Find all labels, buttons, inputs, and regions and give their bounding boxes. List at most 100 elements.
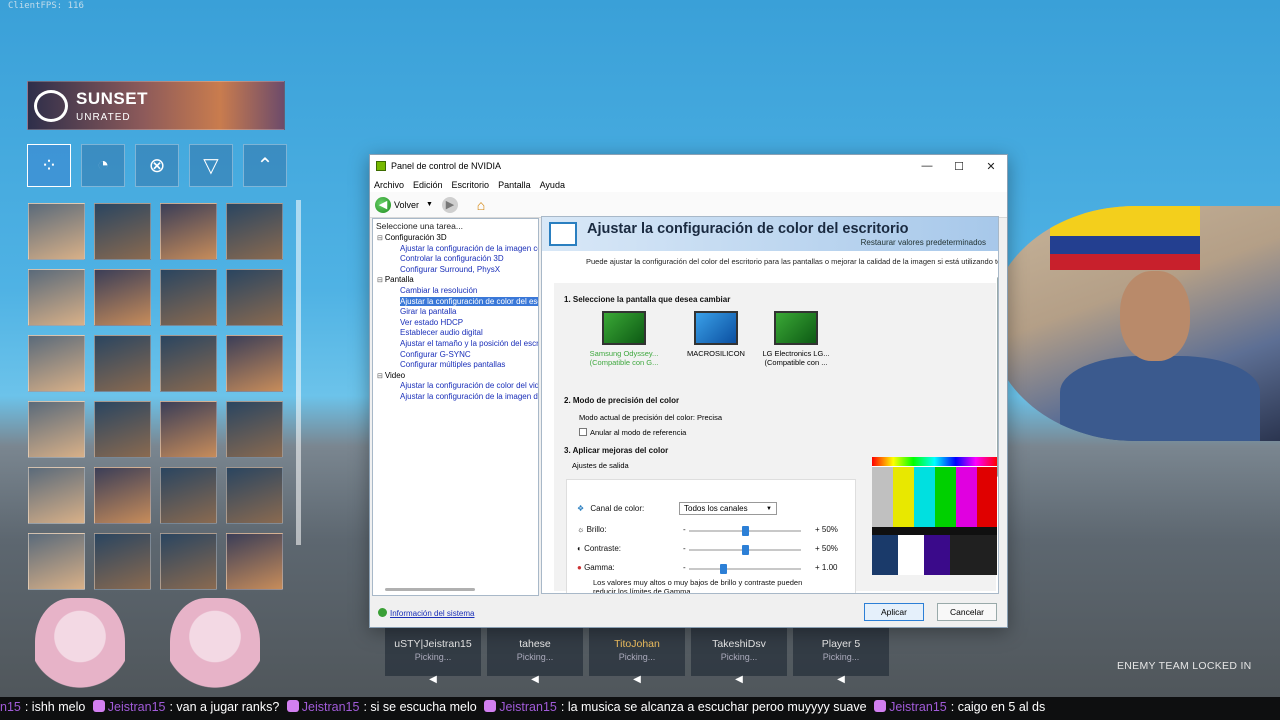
agent-portrait[interactable] [94,203,151,260]
channel-dropdown[interactable]: Todos los canales ▼ [679,502,777,515]
agent-portrait[interactable] [160,533,217,590]
override-reference-row[interactable]: Anular al modo de referencia [579,428,686,437]
tree-item-label[interactable]: Configurar múltiples pantallas [400,360,505,369]
tree-item-label[interactable]: Ajustar la configuración de la imagen co… [400,244,538,253]
system-info-link[interactable]: Información del sistema [378,608,474,618]
agent-portrait[interactable] [160,335,217,392]
speaker-icon[interactable]: ◀ [793,674,889,688]
agent-portrait[interactable] [28,203,85,260]
agent-portrait[interactable] [160,269,217,326]
slider-thumb[interactable] [742,545,749,555]
agent-portrait[interactable] [28,533,85,590]
agent-portrait[interactable] [94,335,151,392]
agent-portrait[interactable] [226,401,283,458]
tree-item-label[interactable]: Ajustar el tamaño y la posición del escr… [400,339,538,348]
home-icon[interactable]: ⌂ [473,197,489,213]
tree-item[interactable]: Ajustar la configuración de la imagen de… [373,392,538,403]
menu-pantalla[interactable]: Pantalla [498,180,531,190]
contrast-icon: ◐ [577,544,582,553]
monitor-lg[interactable]: LG Electronics LG... (Compatible con ... [754,311,838,367]
tree-item[interactable]: Ajustar la configuración de la imagen co… [373,244,538,255]
forward-arrow-icon[interactable]: ▶ [441,196,458,213]
plus-sign: + [815,563,820,572]
back-button-label[interactable]: Volver [394,200,419,210]
override-checkbox[interactable] [579,428,587,436]
agent-portrait[interactable] [28,467,85,524]
tree-item[interactable]: Configurar Surround, PhysX [373,265,538,276]
minimize-button[interactable]: — [911,160,943,172]
plus-sign: + [815,544,820,553]
chat-text: : la musica se alcanza a escuchar peroo … [560,700,867,714]
agent-portrait[interactable] [226,467,283,524]
monitor-samsung[interactable]: Samsung Odyssey... (Compatible con G... [582,311,666,367]
tree-item[interactable]: Ajustar el tamaño y la posición del escr… [373,339,538,350]
tree-item[interactable]: Controlar la configuración 3D [373,254,538,265]
agent-portrait[interactable] [94,533,151,590]
agent-portrait[interactable] [94,269,151,326]
speaker-icon[interactable]: ◀ [691,674,787,688]
agent-portrait[interactable] [226,533,283,590]
tree-item[interactable]: Girar la pantalla [373,307,538,318]
apply-button[interactable]: Aplicar [864,603,924,621]
agent-portrait[interactable] [226,203,283,260]
agent-portrait[interactable] [226,269,283,326]
brightness-slider[interactable] [689,526,801,536]
section-color-enhancements: 3. Aplicar mejoras del color [564,446,669,455]
tree-item-label[interactable]: Girar la pantalla [400,307,456,316]
agent-portrait[interactable] [160,401,217,458]
menu-escritorio[interactable]: Escritorio [452,180,490,190]
role-duelist-icon[interactable]: ◔ [81,144,125,187]
role-controller-icon[interactable]: ⊗ [135,144,179,187]
tree-item-selected[interactable]: Ajustar la configuración de color del es… [373,296,538,308]
tree-item-label[interactable]: Ajustar la configuración de color del vi… [400,381,538,390]
tree-item[interactable]: Configurar G-SYNC [373,350,538,361]
tree-item-label[interactable]: Configurar Surround, PhysX [400,265,500,274]
menu-archivo[interactable]: Archivo [374,180,404,190]
menu-edicion[interactable]: Edición [413,180,443,190]
tree-item-label[interactable]: Ajustar la configuración de color del es… [400,296,538,306]
slider-thumb[interactable] [742,526,749,536]
agent-portrait[interactable] [94,467,151,524]
tree-item[interactable]: Establecer audio digital [373,328,538,339]
agent-portrait[interactable] [160,203,217,260]
agent-portrait[interactable] [94,401,151,458]
speaker-icon[interactable]: ◀ [589,674,685,688]
agent-portrait[interactable] [28,401,85,458]
tree-item-label[interactable]: Configurar G-SYNC [400,350,471,359]
tree-item[interactable]: Cambiar la resolución [373,286,538,297]
tree-item[interactable]: Ajustar la configuración de color del vi… [373,381,538,392]
contrast-slider[interactable] [689,545,801,555]
close-button[interactable]: ✕ [975,160,1007,173]
speaker-icon[interactable]: ◀ [487,674,583,688]
agent-scrollbar[interactable] [296,200,301,545]
menu-ayuda[interactable]: Ayuda [540,180,565,190]
tree-category-video[interactable]: Video [373,371,538,382]
monitor-macrosilicon[interactable]: MACROSILICON [674,311,758,358]
role-sentinel-icon[interactable]: ▽ [189,144,233,187]
back-dropdown-icon[interactable]: ▼ [426,201,433,208]
speaker-icon[interactable]: ◀ [385,674,481,688]
agent-portrait[interactable] [226,335,283,392]
tree-item[interactable]: Ver estado HDCP [373,318,538,329]
tree-item-label[interactable]: Cambiar la resolución [400,286,477,295]
agent-portrait[interactable] [160,467,217,524]
role-initiator-icon[interactable]: ⌃ [243,144,287,187]
tree-item-label[interactable]: Ajustar la configuración de la imagen de… [400,392,538,401]
tree-horizontal-scrollbar[interactable] [385,588,475,591]
slider-thumb[interactable] [719,564,727,574]
tree-item-label[interactable]: Establecer audio digital [400,328,483,337]
tree-item[interactable]: Configurar múltiples pantallas [373,360,538,371]
tree-item-label[interactable]: Controlar la configuración 3D [400,254,504,263]
maximize-button[interactable]: ☐ [943,160,975,173]
role-all-icon[interactable]: ⁘ [27,144,71,187]
tree-category-3d[interactable]: Configuración 3D [373,233,538,244]
tree-item-label[interactable]: Ver estado HDCP [400,318,463,327]
content-vertical-scrollbar[interactable] [997,277,998,477]
cancel-button[interactable]: Cancelar [937,603,997,621]
gamma-slider[interactable] [689,564,801,574]
tree-category-pantalla[interactable]: Pantalla [373,275,538,286]
back-arrow-icon[interactable]: ◀ [375,196,391,213]
agent-portrait[interactable] [28,269,85,326]
agent-portrait[interactable] [28,335,85,392]
restore-defaults-link[interactable]: Restaurar valores predeterminados [861,238,986,247]
